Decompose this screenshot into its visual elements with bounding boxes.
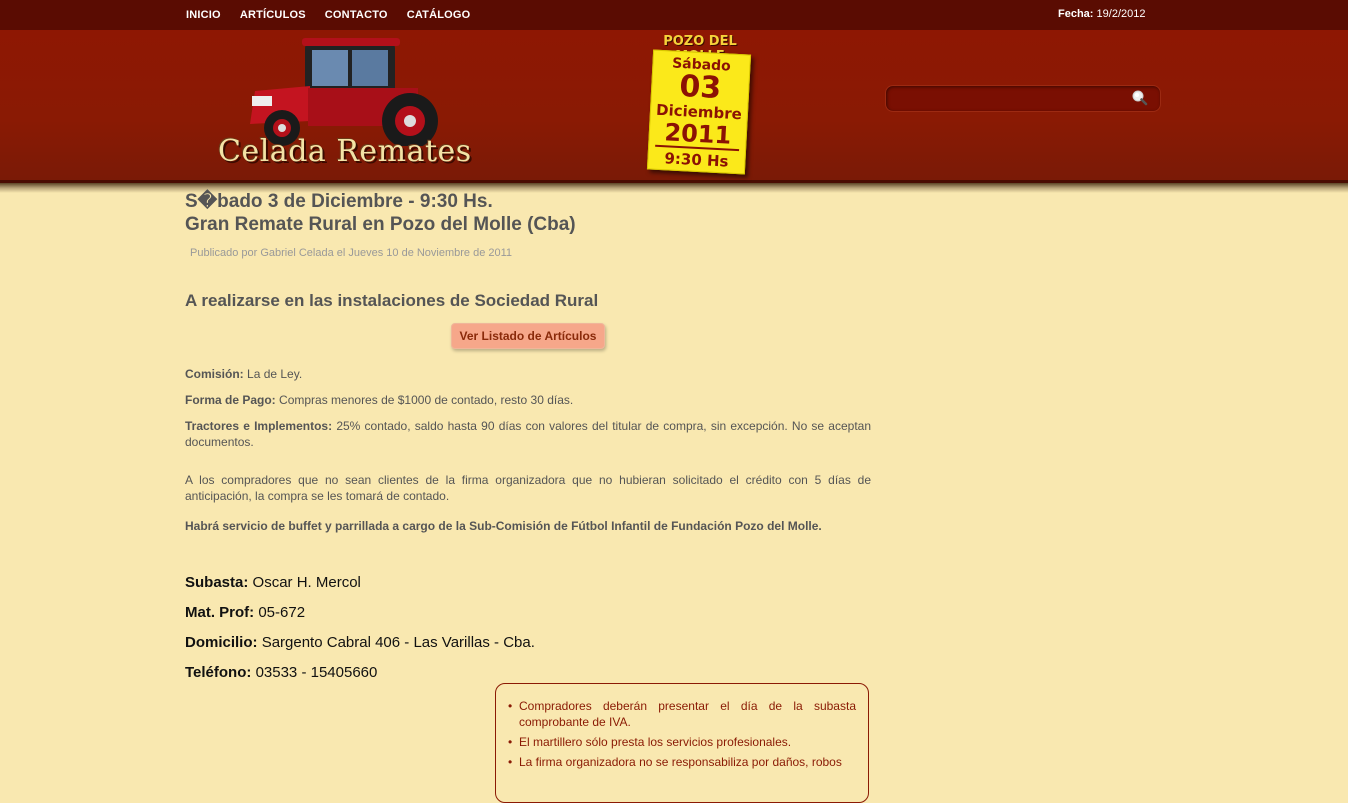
notice-item: El martillero sólo presta los servicios … <box>508 734 856 750</box>
subasta-value: Oscar H. Mercol <box>252 574 361 591</box>
button-wrap: Ver Listado de Artículos <box>185 323 871 349</box>
site-logo[interactable]: Celada Remates <box>210 36 480 176</box>
domicilio-row: Domicilio: Sargento Cabral 406 - Las Var… <box>185 634 871 651</box>
compradores-paragraph: A los compradores que no sean clientes d… <box>185 473 871 503</box>
main-nav: INICIO ARTÍCULOS CONTACTO CATÁLOGO <box>186 0 489 30</box>
subasta-row: Subasta: Oscar H. Mercol <box>185 574 871 591</box>
search-icon[interactable] <box>1131 89 1149 107</box>
event-year: 2011 <box>655 118 741 152</box>
comision-value: La de Ley. <box>247 367 303 381</box>
notice-item: Compradores deberán presentar el día de … <box>508 698 856 730</box>
article-title: S�bado 3 de Diciembre - 9:30 Hs. Gran Re… <box>185 190 871 236</box>
nav-articulos[interactable]: ARTÍCULOS <box>240 9 306 21</box>
comision-label: Comisión: <box>185 367 244 381</box>
nav-inicio[interactable]: INICIO <box>186 9 221 21</box>
logo-text: Celada Remates <box>218 134 472 169</box>
subasta-label: Subasta: <box>185 574 249 591</box>
domicilio-value: Sargento Cabral 406 - Las Varillas - Cba… <box>261 634 535 651</box>
date-display: Fecha: 19/2/2012 <box>1058 8 1145 20</box>
event-banner: POZO DEL MOLLE Sábado 03 Diciembre 2011 … <box>636 34 766 184</box>
date-label: Fecha: <box>1058 8 1094 20</box>
site-header: Celada Remates POZO DEL MOLLE Sábado 03 … <box>0 30 1348 183</box>
notice-list: Compradores deberán presentar el día de … <box>508 698 856 770</box>
tractor-icon <box>250 38 438 149</box>
notice-box: Compradores deberán presentar el día de … <box>495 683 869 803</box>
telefono-label: Teléfono: <box>185 664 252 681</box>
article-subtitle: A realizarse en las instalaciones de Soc… <box>185 291 599 310</box>
nav-catalogo[interactable]: CATÁLOGO <box>407 9 471 21</box>
top-bar: INICIO ARTÍCULOS CONTACTO CATÁLOGO Fecha… <box>0 0 1348 30</box>
mat-label: Mat. Prof: <box>185 604 255 621</box>
tractores-paragraph: Tractores e Implementos: 25% contado, sa… <box>185 418 871 450</box>
search-box <box>885 85 1161 112</box>
telefono-row: Teléfono: 03533 - 15405660 <box>185 664 871 681</box>
pago-label: Forma de Pago: <box>185 393 276 407</box>
event-time: 9:30 Hs <box>664 149 729 171</box>
tractores-label: Tractores e Implementos: <box>185 419 333 433</box>
article-title-line1: S�bado 3 de Diciembre - 9:30 Hs. <box>185 191 493 212</box>
pago-value: Compras menores de $1000 de contado, res… <box>279 393 574 407</box>
mat-row: Mat. Prof: 05-672 <box>185 604 871 621</box>
view-articles-button[interactable]: Ver Listado de Artículos <box>450 323 606 349</box>
mat-value: 05-672 <box>258 604 306 621</box>
search-input[interactable] <box>894 89 1128 109</box>
nav-contacto[interactable]: CONTACTO <box>325 9 388 21</box>
date-value: 19/2/2012 <box>1096 8 1146 20</box>
article-meta: Publicado por Gabriel Celada el Jueves 1… <box>190 247 513 259</box>
article: S�bado 3 de Diciembre - 9:30 Hs. Gran Re… <box>185 190 871 803</box>
comision-paragraph: Comisión: La de Ley. <box>185 366 871 382</box>
pago-paragraph: Forma de Pago: Compras menores de $1000 … <box>185 392 871 408</box>
contact-block: Subasta: Oscar H. Mercol Mat. Prof: 05-6… <box>185 574 871 681</box>
telefono-value: 03533 - 15405660 <box>255 664 378 681</box>
article-title-line2: Gran Remate Rural en Pozo del Molle (Cba… <box>185 214 576 235</box>
buffet-paragraph: Habrá servicio de buffet y parrillada a … <box>185 519 822 533</box>
domicilio-label: Domicilio: <box>185 634 258 651</box>
event-date-card: Sábado 03 Diciembre 2011 9:30 Hs <box>646 49 752 175</box>
